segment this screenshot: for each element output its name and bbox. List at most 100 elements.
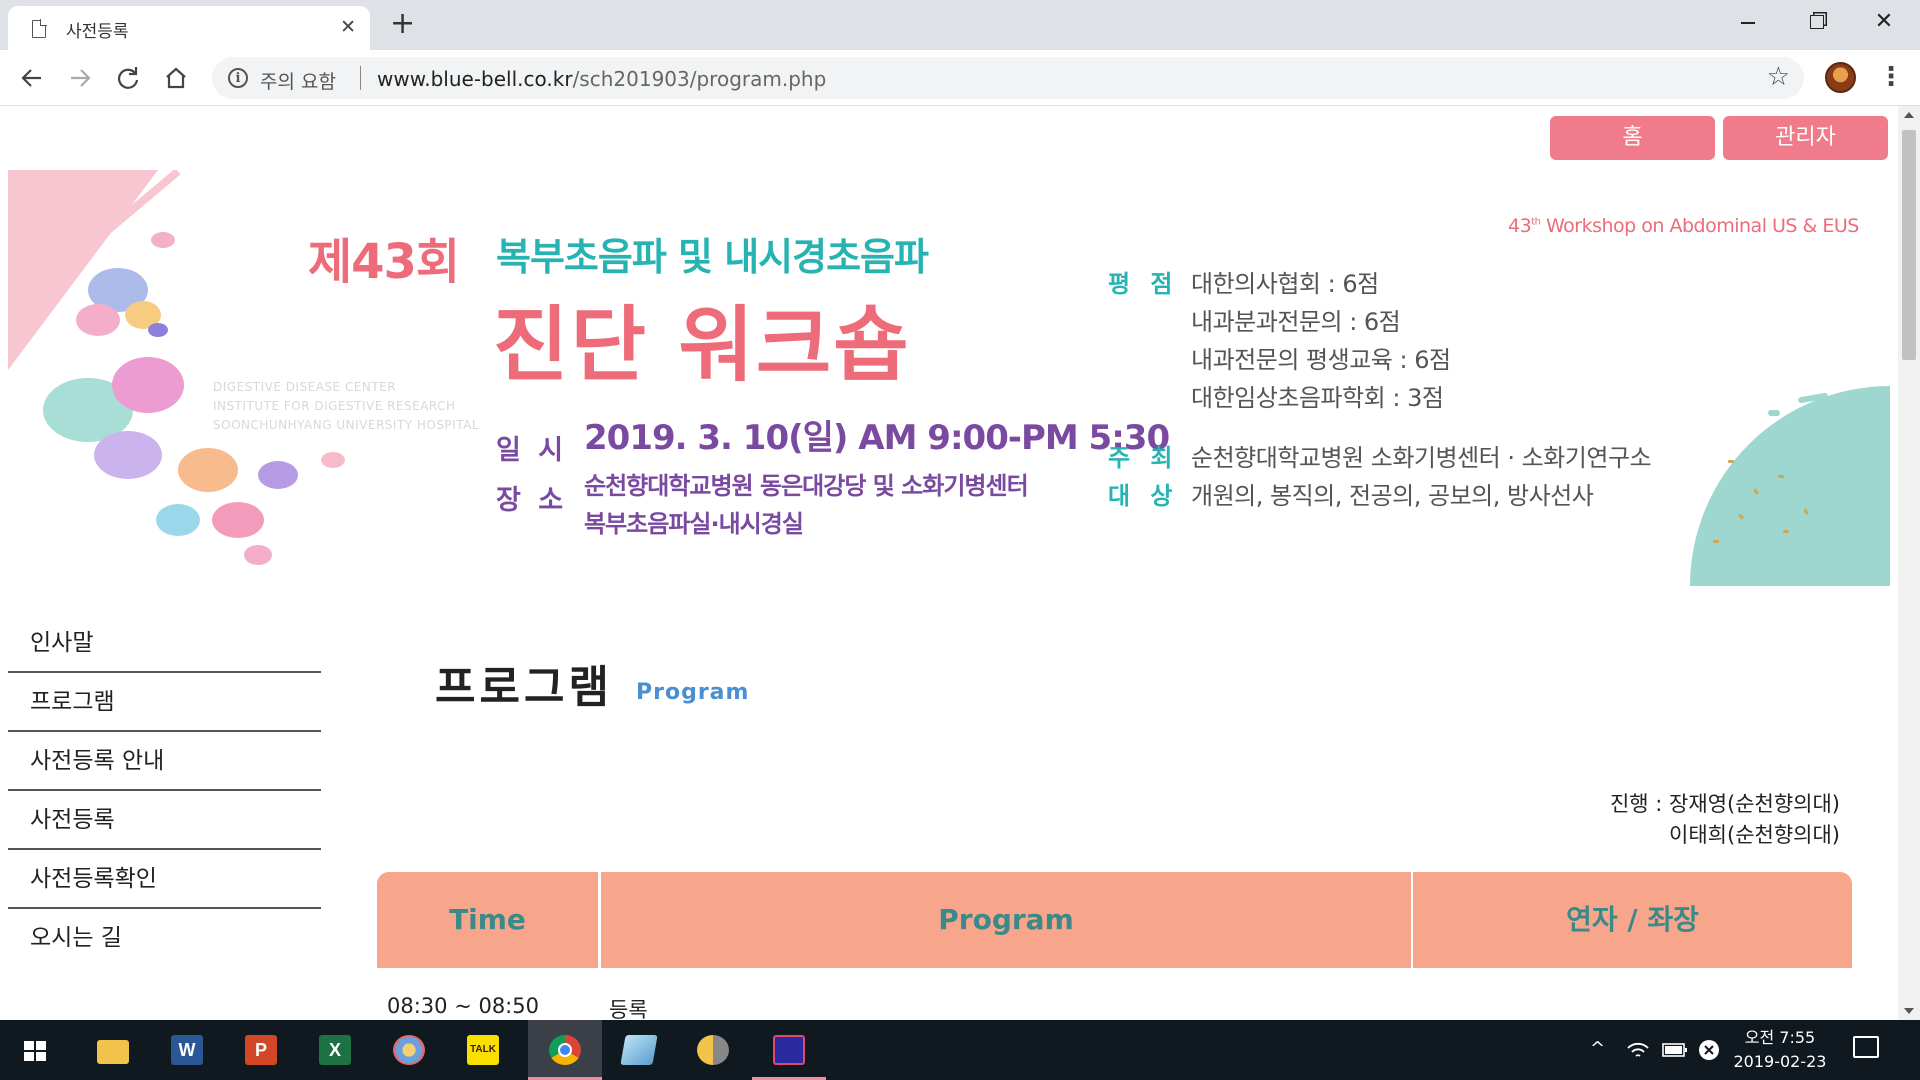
taskbar-clock[interactable]: 오전 7:55 2019-02-23 [1720,1026,1840,1074]
window-minimize-button[interactable] [1714,0,1782,44]
banner-mint-shape [1690,386,1890,586]
address-separator [360,66,361,90]
banner-subtitle: 복부초음파 및 내시경초음파 [496,235,929,279]
clock-time: 오전 7:55 [1744,1028,1816,1047]
scroll-down-arrow-icon[interactable] [1904,1008,1914,1014]
banner-date-value: 2019. 3. 10(일) AM 9:00-PM 5:30 [584,418,1170,458]
taskbar-app-users[interactable] [676,1020,750,1080]
banner-english-num: 43 [1508,215,1532,237]
banner-credit-1: 대한의사협회 : 6점 [1191,270,1379,298]
banner-place-label: 장 소 [496,485,568,516]
url-domain: www.blue-bell.co.kr [377,67,573,91]
admin-button[interactable]: 관리자 [1723,116,1888,160]
side-menu-directions[interactable]: 오시는 길 [8,909,321,968]
banner-main-title: 진단 워크숍 [493,298,911,393]
banner-host-value: 순천향대학교병원 소화기병센터 · 소화기연구소 [1191,444,1652,472]
page-title-english: Program [636,680,750,705]
address-bar[interactable]: i 주의 요함 www.blue-bell.co.kr/sch201903/pr… [212,57,1804,99]
reload-icon [117,67,139,89]
taskbar-paint[interactable] [372,1020,446,1080]
banner-credit-2: 내과분과전문의 : 6점 [1191,308,1401,336]
reload-button[interactable] [110,60,146,96]
taskbar-app-save[interactable] [752,1020,826,1080]
windows-logo-icon [24,1041,46,1061]
banner-date-label: 일 시 [496,435,568,466]
taskbar-app-notepad[interactable] [602,1020,676,1080]
browser-tab[interactable]: 사전등록 ✕ [8,6,370,50]
banner-place-line-1: 순천향대학교병원 동은대강당 및 소화기병센터 [584,472,1029,500]
banner-faint-line-2: INSTITUTE FOR DIGESTIVE RESEARCH [213,399,456,413]
battery-icon[interactable] [1662,1042,1688,1058]
side-menu-registration[interactable]: 사전등록 [8,791,321,850]
home-button[interactable] [158,60,194,96]
taskbar-file-explorer[interactable] [76,1020,150,1080]
table-header-program: Program [601,872,1411,968]
wifi-icon[interactable] [1626,1040,1650,1060]
taskbar-excel[interactable]: X [298,1020,372,1080]
event-banner: DIGESTIVE DISEASE CENTER INSTITUTE FOR D… [8,170,1890,586]
chrome-icon [549,1035,581,1065]
window-restore-button[interactable] [1782,0,1850,44]
back-arrow-icon [21,69,41,87]
side-menu-program[interactable]: 프로그램 [8,673,321,732]
security-warning: 주의 요함 [260,71,336,93]
document-icon [32,19,47,38]
banner-gold-dot [1783,530,1789,533]
forward-button[interactable] [62,60,98,96]
banner-gold-dot [1713,540,1719,543]
url-text[interactable]: www.blue-bell.co.kr/sch201903/program.ph… [377,67,826,91]
banner-english-rest: Workshop on Abdominal US & EUS [1540,215,1859,237]
taskbar-powerpoint[interactable]: P [224,1020,298,1080]
chair-line-1: 진행 : 장재영(순천향의대) [1609,792,1840,816]
notification-center-icon[interactable] [1853,1036,1879,1058]
side-menu-registration-check[interactable]: 사전등록확인 [8,850,321,909]
banner-place-line-2: 복부초음파실·내시경실 [584,510,804,538]
new-tab-button[interactable]: + [390,7,415,41]
banner-mint-dash [1768,410,1780,416]
browser-toolbar: i 주의 요함 www.blue-bell.co.kr/sch201903/pr… [0,50,1920,106]
tray-chevron-up-icon[interactable]: ^ [1590,1038,1612,1080]
excel-icon: X [319,1035,351,1065]
banner-target-value: 개원의, 봉직의, 전공의, 공보의, 방사선사 [1191,482,1594,510]
folder-icon [97,1040,129,1064]
page-viewport: 홈 관리자 DIGESTIVE DISEASE CENTER INSTITUTE… [0,106,1898,1020]
browser-menu-icon[interactable]: ⋮ [1878,60,1904,94]
page-title: 프로그램 [435,662,613,713]
kakaotalk-icon: TALK [467,1035,499,1065]
banner-credit-4: 대한임상초음파학회 : 3점 [1191,384,1444,412]
clock-date: 2019-02-23 [1733,1052,1827,1071]
info-icon[interactable]: i [228,68,248,88]
scroll-thumb[interactable] [1902,130,1916,360]
side-menu-registration-guide[interactable]: 사전등록 안내 [8,732,321,791]
table-header-speaker: 연자 / 좌장 [1413,872,1852,968]
table-cell-time: 08:30 ~ 08:50 [387,994,539,1018]
users-icon [697,1035,729,1065]
banner-faint-line-3: SOONCHUNHYANG UNIVERSITY HOSPITAL [213,418,480,432]
banner-gold-dot [1778,475,1784,478]
taskbar-word[interactable]: W [150,1020,224,1080]
url-path: /sch201903/program.php [572,67,827,91]
notepad-icon [620,1035,658,1065]
tab-close-button[interactable]: ✕ [340,16,356,38]
taskbar-chrome[interactable] [528,1020,602,1080]
start-button[interactable] [0,1020,74,1080]
chair-line-2: 이태희(순천향의대) [1669,823,1840,847]
back-button[interactable] [14,60,50,96]
profile-avatar[interactable] [1825,62,1856,93]
word-icon: W [171,1035,203,1065]
taskbar-kakaotalk[interactable]: TALK [446,1020,520,1080]
banner-credit-3: 내과전문의 평생교육 : 6점 [1191,346,1451,374]
banner-target-label: 대 상 [1108,482,1179,510]
side-menu-greeting[interactable]: 인사말 [8,614,321,673]
paint-palette-icon [393,1035,425,1065]
home-button-page[interactable]: 홈 [1550,116,1715,160]
window-close-button[interactable]: ✕ [1850,0,1918,44]
volume-muted-icon[interactable] [1698,1039,1720,1061]
floppy-disk-icon [773,1035,805,1065]
scroll-up-arrow-icon[interactable] [1904,112,1914,118]
forward-arrow-icon [71,69,91,87]
bookmark-star-icon[interactable]: ☆ [1767,62,1790,92]
home-icon [166,67,186,89]
table-cell-program: 등록 [609,998,648,1020]
page-scrollbar[interactable] [1898,106,1920,1020]
